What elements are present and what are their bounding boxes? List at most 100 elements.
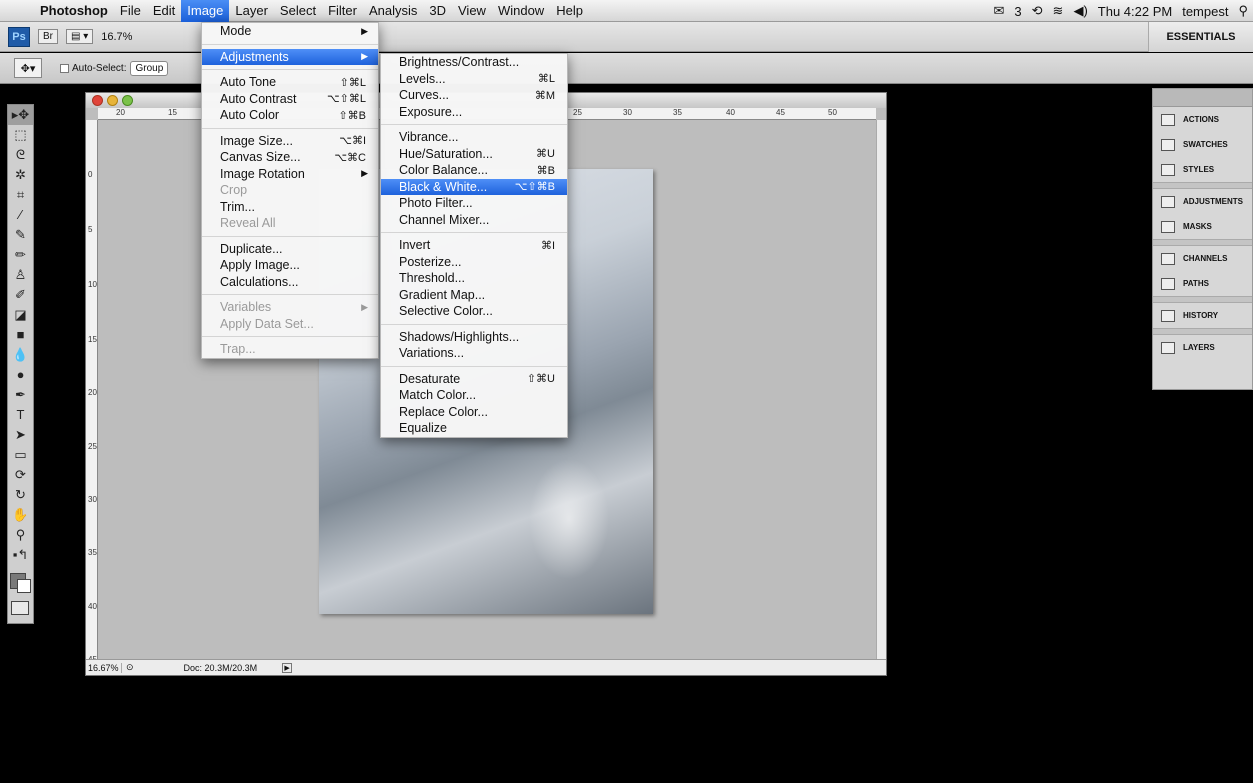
volume-icon[interactable]: ◀) (1068, 3, 1092, 19)
menu-file[interactable]: File (114, 0, 147, 22)
zoom-level[interactable]: 16.7% (101, 31, 132, 43)
adjustments-menu-item[interactable]: Brightness/Contrast... (381, 54, 567, 71)
image-menu-item[interactable]: Canvas Size... ⌥⌘C (202, 149, 378, 166)
adjustments-menu-item[interactable]: Levels... ⌘L (381, 71, 567, 88)
time-machine-icon[interactable]: ⟲ (1027, 3, 1048, 19)
status-menu-arrow-icon[interactable]: ▶ (282, 662, 293, 673)
menu-edit[interactable]: Edit (147, 0, 181, 22)
magic-wand-tool-icon[interactable]: ✲ (8, 165, 33, 185)
adjustments-menu-item[interactable]: Black & White... ⌥⇧⌘B (381, 178, 567, 195)
adjustments-menu-item[interactable]: Curves... ⌘M (381, 87, 567, 104)
path-selection-tool-icon[interactable]: ➤ (8, 425, 33, 445)
panel-paths[interactable]: PATHS (1153, 271, 1252, 296)
type-tool-icon[interactable]: T (8, 405, 33, 425)
panel-history[interactable]: HISTORY (1153, 303, 1252, 328)
adjustments-menu-item[interactable]: Color Balance... ⌘B (381, 162, 567, 179)
image-menu-item[interactable]: Image Rotation ▶ (202, 166, 378, 183)
close-button-icon[interactable] (92, 95, 103, 106)
adjustments-menu-item[interactable]: Posterize... (381, 254, 567, 271)
image-menu-item[interactable]: Calculations... (202, 274, 378, 291)
menu-analysis[interactable]: Analysis (363, 0, 423, 22)
menu-select[interactable]: Select (274, 0, 322, 22)
image-menu-item[interactable]: Adjustments ▶ (202, 48, 378, 65)
mail-icon[interactable]: ✉ (989, 3, 1010, 19)
clock[interactable]: Thu 4:22 PM (1093, 4, 1177, 19)
auto-select-dropdown[interactable]: Group (130, 60, 169, 76)
panel-swatches[interactable]: SWATCHES (1153, 132, 1252, 157)
view-extras-button[interactable]: ▤ ▾ (66, 29, 94, 44)
workspace-switcher[interactable]: ESSENTIALS (1148, 22, 1253, 52)
spotlight-icon[interactable]: ⚲ (1233, 3, 1253, 19)
adjustments-menu-item[interactable]: Vibrance... (381, 129, 567, 146)
adjustments-menu-item[interactable]: Desaturate ⇧⌘U (381, 371, 567, 388)
healing-brush-tool-icon[interactable]: ✎ (8, 225, 33, 245)
image-menu-item[interactable]: Duplicate... (202, 241, 378, 258)
adjustments-menu-item[interactable]: Threshold... (381, 270, 567, 287)
menu-image[interactable]: Image (181, 0, 230, 22)
marquee-tool-icon[interactable]: ⬚ (8, 125, 33, 145)
menu-view[interactable]: View (452, 0, 492, 22)
panel-styles[interactable]: STYLES (1153, 157, 1252, 182)
bridge-button[interactable]: Br (38, 29, 58, 44)
quick-mask-icon[interactable] (11, 601, 29, 615)
panel-dock-header[interactable] (1153, 89, 1252, 107)
menu-filter[interactable]: Filter (322, 0, 363, 22)
default-colors-icon[interactable]: ▪↰ (8, 545, 33, 565)
menu-help[interactable]: Help (550, 0, 589, 22)
3d-rotate-tool-icon[interactable]: ⟳ (8, 465, 33, 485)
image-menu-item[interactable]: Apply Image... (202, 257, 378, 274)
menu-layer[interactable]: Layer (229, 0, 274, 22)
panel-layers[interactable]: LAYERS (1153, 335, 1252, 360)
wifi-icon[interactable]: ≋ (1048, 3, 1069, 19)
panel-masks[interactable]: MASKS (1153, 214, 1252, 239)
menu-window[interactable]: Window (492, 0, 550, 22)
image-menu-item[interactable]: Auto Contrast ⌥⇧⌘L (202, 91, 378, 108)
menu-3d[interactable]: 3D (423, 0, 452, 22)
minimize-button-icon[interactable] (107, 95, 118, 106)
adjustments-menu-item[interactable]: Gradient Map... (381, 287, 567, 304)
adjustments-menu-item[interactable]: Selective Color... (381, 303, 567, 320)
move-tool-preset[interactable]: ✥▾ (14, 58, 42, 78)
panel-adjustments[interactable]: ADJUSTMENTS (1153, 189, 1252, 214)
adjustments-menu-item[interactable]: Match Color... (381, 387, 567, 404)
panel-channels[interactable]: CHANNELS (1153, 246, 1252, 271)
image-menu-item[interactable]: Trim... (202, 199, 378, 216)
adjustments-menu-item[interactable]: Photo Filter... (381, 195, 567, 212)
3d-orbit-tool-icon[interactable]: ↻ (8, 485, 33, 505)
checkbox-box[interactable] (60, 63, 69, 73)
crop-tool-icon[interactable]: ⌗ (8, 185, 33, 205)
adjustments-menu-item[interactable]: Channel Mixer... (381, 212, 567, 229)
zoom-button-icon[interactable] (122, 95, 133, 106)
adjustments-menu-item[interactable]: Shadows/Highlights... (381, 329, 567, 346)
panel-actions[interactable]: ACTIONS (1153, 107, 1252, 132)
auto-select-checkbox[interactable]: Auto-Select: (60, 63, 126, 74)
adjustments-menu-item[interactable]: Hue/Saturation... ⌘U (381, 146, 567, 163)
adjustments-menu-item[interactable]: Variations... (381, 345, 567, 362)
hand-tool-icon[interactable]: ✋ (8, 505, 33, 525)
adjustments-menu-item[interactable]: Equalize (381, 420, 567, 437)
history-brush-tool-icon[interactable]: ✐ (8, 285, 33, 305)
adjustments-menu-item[interactable]: Exposure... (381, 104, 567, 121)
image-menu-item[interactable]: Mode ▶ (202, 23, 378, 40)
dodge-tool-icon[interactable]: ● (8, 365, 33, 385)
vertical-scrollbar[interactable] (876, 120, 886, 659)
brush-tool-icon[interactable]: ✏ (8, 245, 33, 265)
image-menu-item[interactable]: Auto Color ⇧⌘B (202, 107, 378, 124)
lasso-tool-icon[interactable]: ᘓ (8, 145, 33, 165)
shape-tool-icon[interactable]: ▭ (8, 445, 33, 465)
image-menu-item[interactable]: Auto Tone ⇧⌘L (202, 74, 378, 91)
image-menu-item[interactable]: Image Size... ⌥⌘I (202, 133, 378, 150)
zoom-field[interactable]: 16.67% (86, 662, 122, 673)
clone-stamp-tool-icon[interactable]: ♙ (8, 265, 33, 285)
blur-tool-icon[interactable]: 💧 (8, 345, 33, 365)
adjustments-menu-item[interactable]: Invert ⌘I (381, 237, 567, 254)
gradient-tool-icon[interactable]: ■ (8, 325, 33, 345)
pen-tool-icon[interactable]: ✒ (8, 385, 33, 405)
eyedropper-tool-icon[interactable]: ⁄ (8, 205, 33, 225)
adjustments-menu-item[interactable]: Replace Color... (381, 404, 567, 421)
zoom-tool-icon[interactable]: ⚲ (8, 525, 33, 545)
user-name[interactable]: tempest (1177, 4, 1233, 19)
background-color-swatch[interactable] (17, 579, 31, 593)
app-menu[interactable]: Photoshop (34, 0, 114, 22)
eraser-tool-icon[interactable]: ◪ (8, 305, 33, 325)
